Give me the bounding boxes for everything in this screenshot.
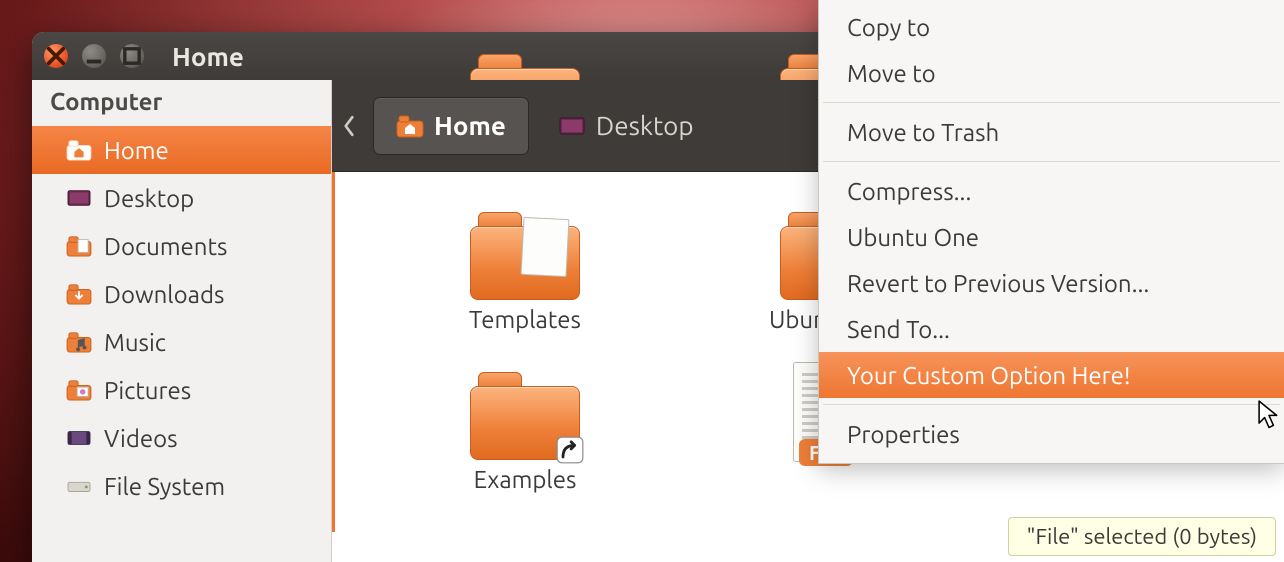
sidebar-item-home[interactable]: Home [32,126,331,174]
statusbar-text: "File" selected (0 bytes) [1027,524,1257,549]
sidebar-item-pictures[interactable]: Pictures [32,366,331,414]
ctx-copy-to[interactable]: Copy to [819,4,1284,50]
ctx-properties[interactable]: Properties [819,411,1284,457]
sidebar-item-music[interactable]: Music [32,318,331,366]
videos-folder-icon [66,427,92,449]
path-segment-label: Home [434,111,506,140]
sidebar-item-label: File System [104,473,225,500]
ctx-item-label: Compress... [847,178,971,205]
home-folder-icon [66,139,92,161]
path-segment-home[interactable]: Home [374,98,528,154]
ctx-revert[interactable]: Revert to Previous Version... [819,260,1284,306]
drive-icon [66,475,92,497]
statusbar: "File" selected (0 bytes) [1008,517,1276,556]
window-close-button[interactable] [44,44,68,68]
sidebar-item-documents[interactable]: Documents [32,222,331,270]
path-back-button[interactable] [332,103,366,149]
ctx-item-label: Copy to [847,14,930,41]
folder-icon [470,372,580,460]
ctx-item-label: Ubuntu One [847,224,979,251]
sidebar-item-videos[interactable]: Videos [32,414,331,462]
ctx-separator [823,161,1280,162]
ctx-item-label: Properties [847,421,960,448]
sidebar-item-desktop[interactable]: Desktop [32,174,331,222]
context-menu: Copy to Move to Move to Trash Compress..… [818,0,1284,464]
grid-item-label: Examples [375,466,675,493]
ctx-send-to[interactable]: Send To... [819,306,1284,352]
grid-item-templates[interactable]: Templates [375,212,675,333]
ctx-compress[interactable]: Compress... [819,168,1284,214]
folder-icon [470,212,580,300]
ctx-move-to-trash[interactable]: Move to Trash [819,109,1284,155]
path-segment-desktop[interactable]: Desktop [536,98,716,154]
sidebar-item-filesystem[interactable]: File System [32,462,331,510]
music-folder-icon [66,331,92,353]
ctx-item-label: Revert to Previous Version... [847,270,1149,297]
window-title: Home [172,42,244,71]
sidebar-item-label: Pictures [104,377,191,404]
sidebar-item-label: Videos [104,425,178,452]
sidebar-item-label: Desktop [104,185,194,212]
ctx-item-label: Send To... [847,316,950,343]
ctx-item-label: Your Custom Option Here! [847,362,1131,389]
window-minimize-button[interactable] [82,44,106,68]
sidebar-item-label: Downloads [104,281,224,308]
ctx-custom-option[interactable]: Your Custom Option Here! [819,352,1284,398]
pictures-folder-icon [66,379,92,401]
ctx-item-label: Move to Trash [847,119,999,146]
desktop-icon [66,187,92,209]
documents-folder-icon [66,235,92,257]
sidebar-section-header: Computer [32,80,331,126]
ctx-separator [823,102,1280,103]
ctx-separator [823,404,1280,405]
sidebar: Computer Home Desktop Documents [32,80,332,562]
sidebar-item-label: Documents [104,233,227,260]
grid-item-examples[interactable]: Examples [375,372,675,493]
grid-item-label: Templates [375,306,675,333]
sidebar-item-label: Music [104,329,166,356]
ctx-move-to[interactable]: Move to [819,50,1284,96]
sidebar-item-label: Home [104,137,169,164]
ctx-ubuntu-one[interactable]: Ubuntu One [819,214,1284,260]
downloads-folder-icon [66,283,92,305]
mouse-cursor-icon [1258,400,1280,430]
home-folder-icon [396,114,424,138]
sidebar-item-downloads[interactable]: Downloads [32,270,331,318]
window-maximize-button[interactable] [120,44,144,68]
ctx-item-label: Move to [847,60,936,87]
desktop-icon [558,114,586,138]
shortcut-arrow-icon [556,436,584,464]
path-segment-label: Desktop [596,111,694,140]
